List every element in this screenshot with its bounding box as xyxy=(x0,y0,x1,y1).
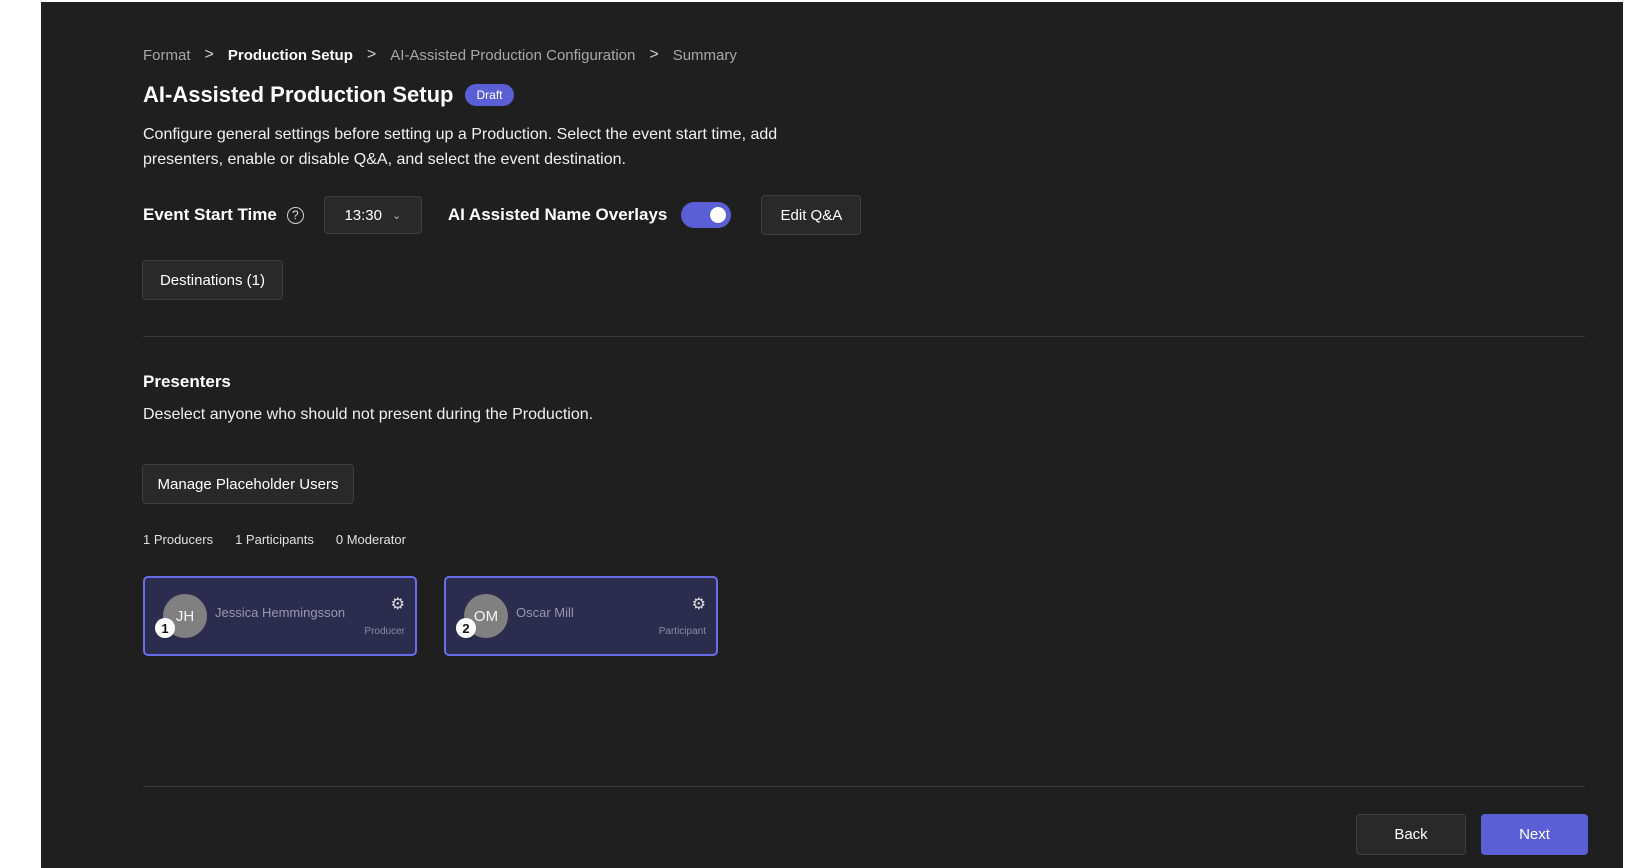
presenter-number-badge: 2 xyxy=(456,618,476,638)
name-overlays-label: AI Assisted Name Overlays xyxy=(447,205,668,224)
start-time-value: 13:30 xyxy=(344,206,382,224)
back-button[interactable]: Back xyxy=(1356,814,1466,855)
breadcrumb-separator-icon: > xyxy=(366,46,377,63)
footer-divider xyxy=(143,786,1585,787)
presenter-number-badge: 1 xyxy=(155,618,175,638)
presenter-card-producer[interactable]: JH 1 Jessica Hemmingsson ⚙ Producer xyxy=(143,576,417,656)
presenters-title: Presenters xyxy=(143,372,231,391)
presenter-card-participant[interactable]: OM 2 Oscar Mill ⚙ Participant xyxy=(444,576,718,656)
presenter-name: Jessica Hemmingsson xyxy=(215,605,346,620)
breadcrumb: Format > Production Setup > AI-Assisted … xyxy=(143,44,737,66)
breadcrumb-production-setup[interactable]: Production Setup xyxy=(228,47,353,64)
section-divider xyxy=(143,336,1585,337)
participants-count: 1 Participants xyxy=(235,532,314,547)
breadcrumb-summary[interactable]: Summary xyxy=(673,47,737,64)
moderator-count: 0 Moderator xyxy=(335,532,406,547)
presenter-role: Producer xyxy=(364,626,405,637)
event-start-time-label: Event Start Time xyxy=(143,205,277,224)
producers-count: 1 Producers xyxy=(143,532,214,547)
title-row: AI-Assisted Production Setup Draft xyxy=(143,82,514,108)
presenters-description: Deselect anyone who should not present d… xyxy=(143,406,594,423)
page-title: AI-Assisted Production Setup xyxy=(143,82,454,107)
breadcrumb-ai-configuration[interactable]: AI-Assisted Production Configuration xyxy=(390,47,635,64)
page-description: Configure general settings before settin… xyxy=(143,126,778,168)
breadcrumb-separator-icon: > xyxy=(204,46,214,63)
help-icon[interactable]: ? xyxy=(286,206,304,224)
gear-icon[interactable]: ⚙ xyxy=(391,594,405,614)
start-time-dropdown[interactable]: 13:30 ⌄ xyxy=(323,196,422,234)
edit-qa-button[interactable]: Edit Q&A xyxy=(761,195,862,235)
status-badge: Draft xyxy=(465,84,514,106)
next-button[interactable]: Next xyxy=(1481,814,1588,855)
chevron-down-icon: ⌄ xyxy=(392,209,402,222)
settings-row: Event Start Time ? 13:30 ⌄ AI Assisted N… xyxy=(143,194,862,236)
gear-icon[interactable]: ⚙ xyxy=(692,594,706,614)
name-overlays-toggle[interactable] xyxy=(681,202,732,228)
destinations-button[interactable]: Destinations (1) xyxy=(142,260,283,300)
presenter-name: Oscar Mill xyxy=(516,605,574,620)
manage-placeholder-users-button[interactable]: Manage Placeholder Users xyxy=(142,464,354,504)
toggle-knob xyxy=(710,207,727,223)
breadcrumb-format[interactable]: Format xyxy=(143,47,191,64)
role-counts: 1 Producers 1 Participants 0 Moderator xyxy=(143,532,406,547)
breadcrumb-separator-icon: > xyxy=(649,46,659,63)
presenter-role: Participant xyxy=(658,626,706,637)
